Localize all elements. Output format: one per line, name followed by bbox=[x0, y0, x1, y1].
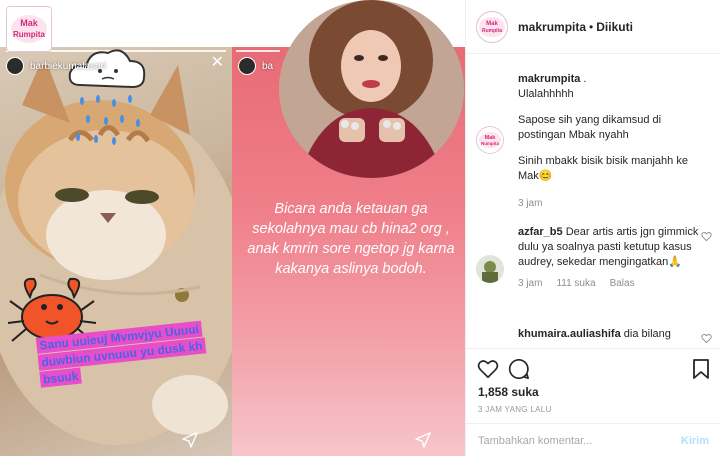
avatar[interactable] bbox=[238, 57, 256, 75]
likes-count[interactable]: 1,858 suka bbox=[478, 385, 539, 399]
bookmark-icon[interactable] bbox=[691, 358, 711, 380]
post-header: Mak Rumpita makrumpita • Diikuti bbox=[466, 0, 720, 54]
send-icon[interactable] bbox=[415, 432, 431, 448]
comment-input[interactable] bbox=[478, 434, 681, 447]
comment-icon[interactable] bbox=[508, 358, 530, 380]
comment-text: dia bilang bbox=[623, 328, 671, 340]
post-timestamp[interactable]: 3 JAM YANG LALU bbox=[478, 405, 552, 414]
caption-line: Ulalahhhhh bbox=[518, 88, 574, 100]
caption-line: Sapose sih yang dikamsud di postingan Mb… bbox=[518, 114, 662, 141]
story-username[interactable]: barbiekumalasari bbox=[30, 61, 106, 72]
story-username[interactable]: ba bbox=[262, 61, 273, 72]
story-left: barbiekumalasari ✕ Sanu uuieuj Mvmvjyu U… bbox=[0, 47, 232, 456]
avatar[interactable]: Mak Rumpita bbox=[476, 126, 504, 154]
avatar[interactable] bbox=[476, 255, 504, 283]
svg-text:Mak: Mak bbox=[20, 18, 39, 28]
story-text: Bicara anda ketauan ga sekolahnya mau cb… bbox=[247, 201, 455, 277]
comments-list[interactable]: Mak Rumpita makrumpita . Ulalahhhhh Sapo… bbox=[466, 55, 720, 348]
woman-portrait-photo bbox=[279, 0, 464, 178]
caption: Mak Rumpita makrumpita . Ulalahhhhh Sapo… bbox=[476, 72, 716, 212]
heart-icon[interactable] bbox=[701, 333, 712, 344]
close-icon[interactable]: ✕ bbox=[211, 55, 224, 71]
comment-body: azfar_b5 Dear artis artis jgn gimmick du… bbox=[518, 225, 702, 291]
caption-body: makrumpita . Ulalahhhhh Sapose sih yang … bbox=[518, 72, 702, 211]
svg-text:Rumpita: Rumpita bbox=[481, 141, 499, 146]
post-actions: 1,858 suka 3 JAM YANG LALU Kirim bbox=[466, 348, 720, 456]
story-header: ba bbox=[238, 57, 273, 75]
heart-icon[interactable] bbox=[477, 358, 499, 380]
comment-likes[interactable]: 111 suka bbox=[556, 276, 595, 291]
caption-username[interactable]: makrumpita bbox=[518, 73, 580, 85]
story-header: barbiekumalasari bbox=[6, 57, 106, 75]
reply-button[interactable]: Balas bbox=[610, 276, 635, 291]
following-button[interactable]: Diikuti bbox=[596, 20, 633, 34]
svg-text:Rumpita: Rumpita bbox=[482, 28, 502, 34]
avatar[interactable] bbox=[6, 57, 24, 75]
list-item: azfar_b5 Dear artis artis jgn gimmick du… bbox=[476, 225, 716, 311]
brand-logo: Mak Rumpita bbox=[6, 6, 52, 52]
avatar[interactable]: Mak Rumpita bbox=[476, 10, 508, 43]
comment-username[interactable]: khumaira.auliashifa bbox=[518, 328, 621, 340]
comment-username[interactable]: azfar_b5 bbox=[518, 226, 563, 238]
add-comment-bar: Kirim bbox=[466, 423, 720, 456]
list-item: khumaira.auliashifa dia bilang bbox=[476, 327, 716, 348]
post-author-username[interactable]: makrumpita bbox=[518, 20, 586, 34]
caption-time[interactable]: 3 jam bbox=[518, 196, 542, 211]
heart-icon[interactable] bbox=[701, 231, 712, 242]
comment-time[interactable]: 3 jam bbox=[518, 276, 542, 291]
story-progress-bar bbox=[236, 50, 280, 52]
svg-text:Rumpita: Rumpita bbox=[13, 30, 46, 39]
caption-line: Sinih mbakk bisik bisik manjahh ke Mak😊 bbox=[518, 155, 688, 182]
svg-text:Mak: Mak bbox=[486, 21, 498, 27]
send-icon[interactable] bbox=[182, 432, 198, 448]
post-media: Mak Rumpita barbiekumalasari ✕ Sanu uuie… bbox=[0, 0, 465, 456]
post-comment-button[interactable]: Kirim bbox=[681, 435, 709, 447]
post-sidebar: Mak Rumpita makrumpita • Diikuti Mak Rum… bbox=[465, 0, 720, 456]
separator-dot: • bbox=[589, 19, 594, 34]
comment-body: khumaira.auliashifa dia bilang bbox=[518, 327, 702, 342]
